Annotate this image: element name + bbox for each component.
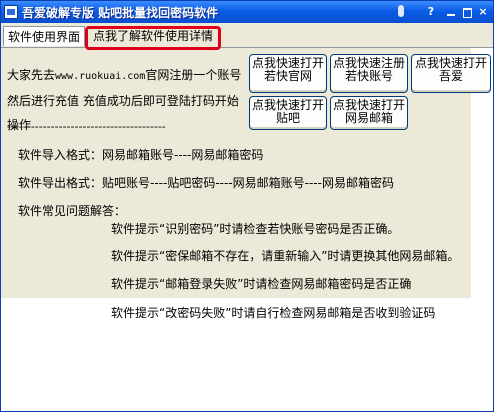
faq-item: 软件提示“邮箱登录失败”时请检查网易邮箱密码是否正确 (111, 277, 412, 291)
button-line1: 点我快速注册 (332, 56, 405, 70)
close-icon[interactable]: × (475, 4, 491, 20)
window-title: 吾爱破解专版 贴吧批量找回密码软件 (22, 6, 219, 20)
content-area: 大家先去www.ruokuai.com官网注册一个账号然后进行充值 充值成功后即… (1, 48, 493, 411)
highlight-annotation (85, 26, 221, 50)
intro-site: www.ruokuai.com (55, 71, 146, 82)
app-icon (4, 5, 18, 19)
pin-icon[interactable] (393, 4, 409, 20)
button-line1: 点我快速打开 (251, 98, 324, 112)
register-ruokuai-button[interactable]: 点我快速注册 若快账号 (330, 54, 408, 93)
faq-title: 软件常见问题解答： (18, 204, 127, 218)
maximize-icon[interactable] (459, 4, 475, 20)
app-window: 吾爱破解专版 贴吧批量找回密码软件 ? × 软件使用界面 点我了解软件使用详情 … (0, 0, 494, 412)
tab-bar: 软件使用界面 点我了解软件使用详情 (1, 23, 493, 48)
intro-before-site: 大家先去 (7, 68, 56, 82)
button-line1: 点我快速打开 (414, 56, 487, 70)
open-163-mail-button[interactable]: 点我快速打开 网易邮箱 (330, 96, 408, 130)
faq-item: 软件提示“改密码失败”时请自行检查网易邮箱是否收到验证码 (111, 306, 436, 320)
faq-item: 软件提示“密保邮箱不存在，请重新输入”时请更换其他网易邮箱。 (111, 249, 460, 263)
tab-main-interface[interactable]: 软件使用界面 (3, 26, 85, 46)
open-52pojie-button[interactable]: 点我快速打开 吾爱 (411, 54, 491, 93)
button-line2: 若快账号 (344, 69, 393, 83)
button-line1: 点我快速打开 (251, 56, 324, 70)
button-line2: 网易邮箱 (344, 111, 393, 125)
minimize-icon[interactable] (443, 4, 459, 20)
title-bar[interactable]: 吾爱破解专版 贴吧批量找回密码软件 ? × (1, 1, 493, 23)
separator-line: ---------------------------------------- (7, 120, 166, 133)
button-line2: 贴吧 (275, 111, 300, 125)
import-format-text: 软件导入格式：网易邮箱账号----网易邮箱密码 (18, 148, 264, 162)
help-icon[interactable]: ? (423, 4, 439, 20)
main-panel: 大家先去www.ruokuai.com官网注册一个账号然后进行充值 充值成功后即… (1, 48, 491, 298)
button-line2: 若快官网 (263, 69, 312, 83)
button-line2: 吾爱 (438, 69, 463, 83)
export-format-text: 软件导出格式：贴吧账号----贴吧密码----网易邮箱账号----网易邮箱密码 (18, 176, 394, 190)
open-ruokuai-site-button[interactable]: 点我快速打开 若快官网 (249, 54, 327, 93)
open-tieba-button[interactable]: 点我快速打开 贴吧 (249, 96, 327, 130)
button-line1: 点我快速打开 (332, 98, 405, 112)
faq-item: 软件提示“识别密码”时请检查若快账号密码是否正确。 (111, 222, 400, 236)
